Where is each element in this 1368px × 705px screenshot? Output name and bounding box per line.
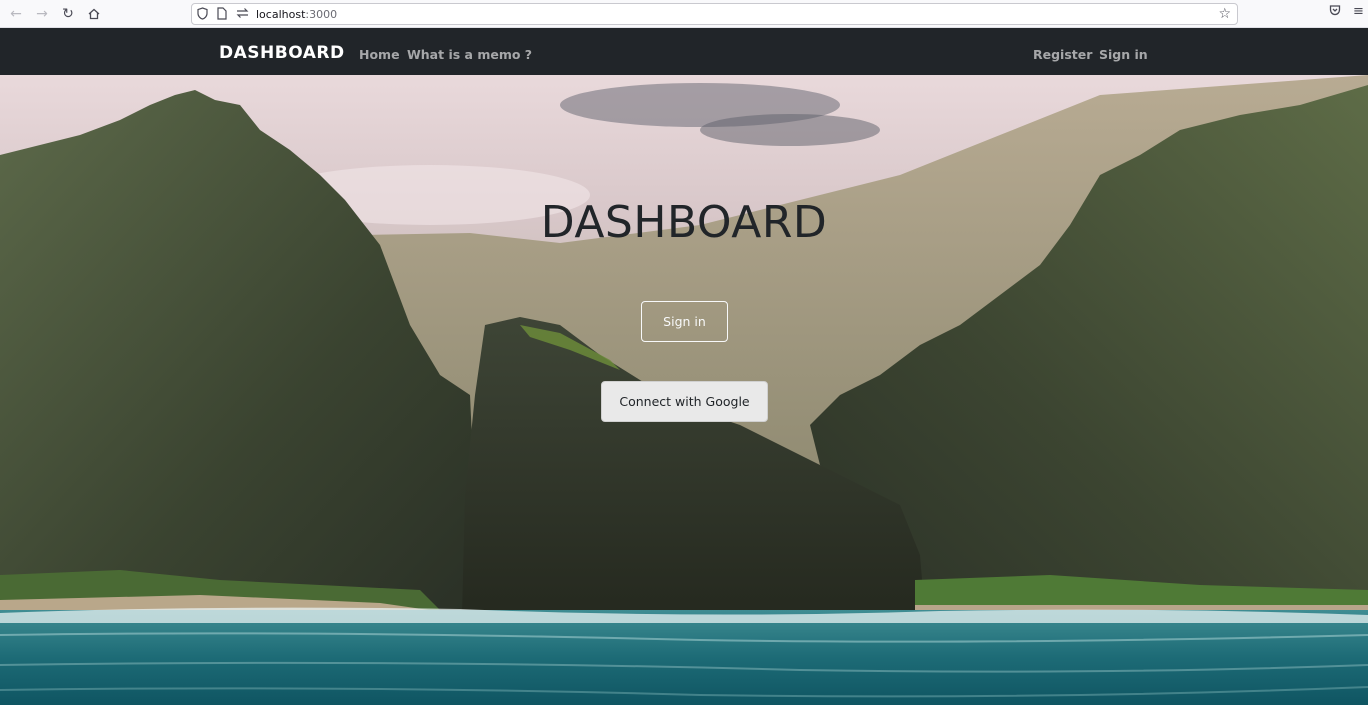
star-icon[interactable]: ☆	[1218, 6, 1231, 22]
hero-title: DASHBOARD	[540, 197, 828, 248]
shield-icon[interactable]	[197, 7, 208, 23]
home-icon[interactable]	[83, 4, 105, 24]
nav-link-register[interactable]: Register	[1033, 47, 1092, 62]
menu-icon[interactable]: ≡	[1353, 4, 1364, 19]
hero-section: DASHBOARD Sign in Connect with Google	[0, 75, 1368, 705]
connect-google-button[interactable]: Connect with Google	[601, 381, 768, 422]
forward-icon[interactable]: →	[31, 4, 53, 24]
page-icon[interactable]	[217, 7, 227, 23]
navbar-brand[interactable]: DASHBOARD	[219, 43, 345, 63]
pocket-icon[interactable]	[1329, 4, 1341, 20]
url-bar[interactable]: localhost:3000 ☆	[191, 3, 1238, 25]
reload-icon[interactable]: ↻	[57, 4, 79, 24]
sign-in-button[interactable]: Sign in	[641, 301, 728, 342]
connection-icon[interactable]	[236, 7, 249, 22]
top-navbar: DASHBOARD Home What is a memo ? Register…	[0, 28, 1368, 75]
nav-link-home[interactable]: Home	[359, 47, 400, 62]
nav-link-sign-in[interactable]: Sign in	[1099, 47, 1148, 62]
back-icon[interactable]: ←	[5, 4, 27, 24]
browser-toolbar: ← → ↻ localhost:3000 ☆ ≡	[0, 0, 1368, 28]
nav-link-what-is-memo[interactable]: What is a memo ?	[407, 47, 532, 62]
url-text[interactable]: localhost:3000	[256, 8, 337, 21]
